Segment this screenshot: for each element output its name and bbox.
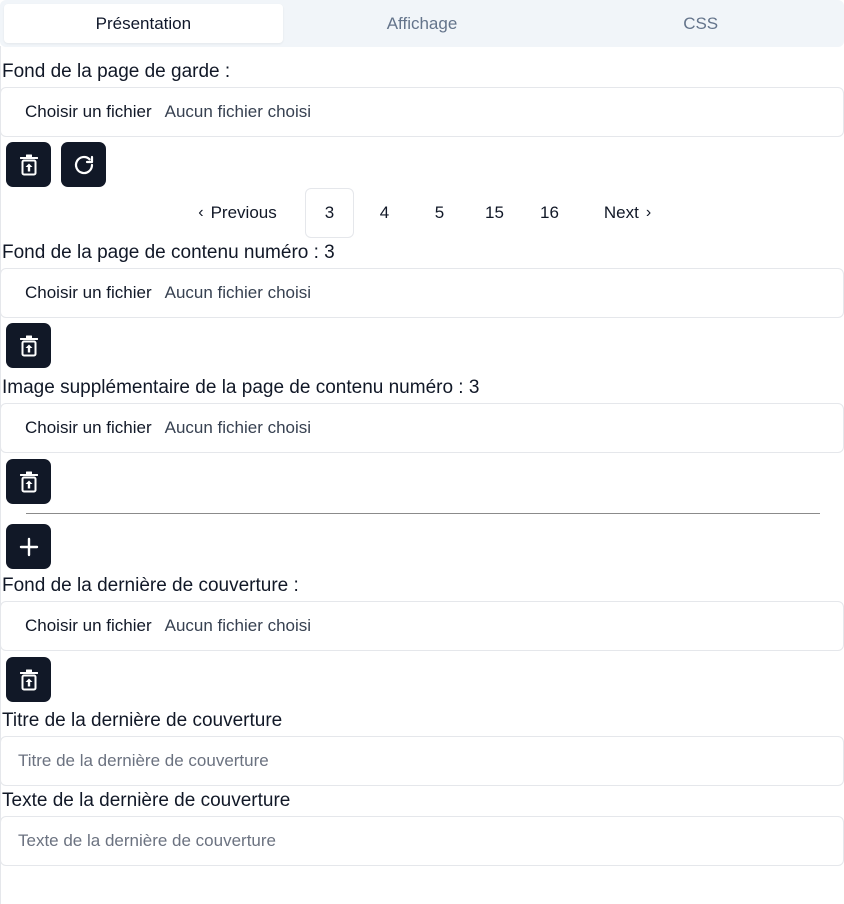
pagination-page[interactable]: 4 — [360, 188, 409, 238]
file-status-text: Aucun fichier choisi — [164, 616, 312, 635]
content-background-label: Fond de la page de contenu numéro : 3 — [2, 242, 335, 263]
tab-css[interactable]: CSS — [561, 4, 840, 43]
back-cover-background-label: Fond de la dernière de couverture : — [2, 575, 299, 596]
file-status-text: Aucun fichier choisi — [164, 418, 312, 437]
back-cover-title-input[interactable] — [0, 736, 844, 786]
trash-icon — [19, 471, 38, 492]
pagination: ‹ Previous 3 4 5 15 16 Next › — [0, 188, 844, 238]
pagination-page[interactable]: 16 — [525, 188, 574, 238]
cover-background-file-input[interactable]: Choisir un fichier Aucun fichier choisi — [0, 87, 844, 137]
choose-file-button[interactable]: Choisir un fichier — [25, 102, 152, 122]
tab-list: Présentation Affichage CSS — [0, 0, 844, 47]
choose-file-button[interactable]: Choisir un fichier — [25, 616, 152, 636]
cover-delete-button[interactable] — [6, 142, 51, 187]
pagination-previous-label: Previous — [210, 203, 277, 222]
content-background-file-input[interactable]: Choisir un fichier Aucun fichier choisi — [0, 268, 844, 318]
refresh-icon — [74, 155, 93, 174]
cover-reset-button[interactable] — [61, 142, 106, 187]
pagination-page[interactable]: 3 — [305, 188, 354, 238]
content-extra-image-file-input[interactable]: Choisir un fichier Aucun fichier choisi — [0, 403, 844, 453]
tab-affichage[interactable]: Affichage — [283, 4, 562, 43]
content-extra-image-label: Image supplémentaire de la page de conte… — [2, 377, 480, 398]
back-cover-text-label: Texte de la dernière de couverture — [2, 790, 291, 811]
tab-presentation[interactable]: Présentation — [4, 4, 283, 43]
trash-icon — [19, 669, 38, 690]
trash-icon — [19, 154, 38, 175]
cover-background-label: Fond de la page de garde : — [2, 61, 231, 82]
chevron-left-icon: ‹ — [198, 204, 204, 221]
plus-icon — [19, 537, 38, 556]
pagination-next-label: Next — [603, 203, 639, 222]
content-background-delete-button[interactable] — [6, 323, 51, 368]
choose-file-button[interactable]: Choisir un fichier — [25, 418, 152, 438]
presentation-panel: Présentation Affichage CSS Fond de la pa… — [0, 0, 844, 904]
file-status-text: Aucun fichier choisi — [164, 102, 312, 121]
section-divider — [26, 513, 820, 514]
add-page-button[interactable] — [6, 524, 51, 569]
chevron-right-icon: › — [645, 204, 652, 221]
pagination-page[interactable]: 5 — [415, 188, 464, 238]
content-extra-image-delete-button[interactable] — [6, 459, 51, 504]
pagination-previous[interactable]: ‹ Previous — [180, 188, 288, 238]
back-cover-background-file-input[interactable]: Choisir un fichier Aucun fichier choisi — [0, 601, 844, 651]
back-cover-text-input[interactable] — [0, 816, 844, 866]
pagination-page[interactable]: 15 — [470, 188, 519, 238]
back-cover-delete-button[interactable] — [6, 657, 51, 702]
trash-icon — [19, 335, 38, 356]
back-cover-title-label: Titre de la dernière de couverture — [2, 710, 283, 731]
choose-file-button[interactable]: Choisir un fichier — [25, 283, 152, 303]
file-status-text: Aucun fichier choisi — [164, 283, 312, 302]
pagination-next[interactable]: Next › — [592, 188, 670, 238]
